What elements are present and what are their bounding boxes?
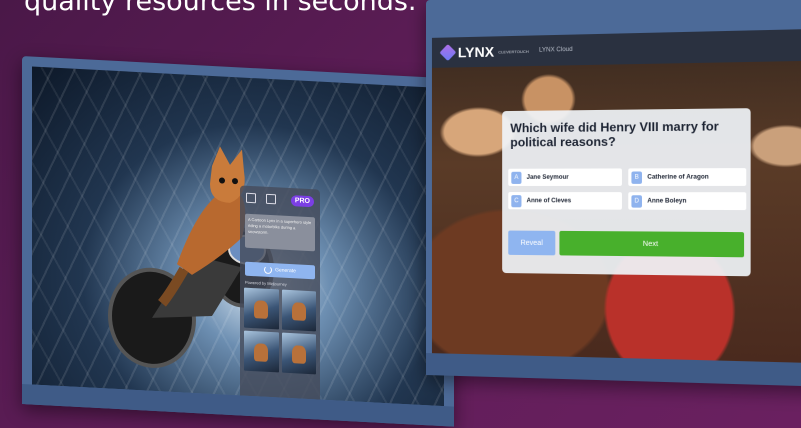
generate-button[interactable]: Generate	[245, 262, 315, 280]
answer-option-d[interactable]: D Anne Boleyn	[628, 192, 746, 210]
lynx-logo: LYNX CLEVERTOUCH	[442, 43, 529, 61]
generate-button-label: Generate	[275, 267, 296, 274]
generated-image-thumbnail[interactable]	[282, 333, 317, 375]
answer-option-c[interactable]: C Anne of Cleves	[508, 192, 622, 210]
answer-key: D	[631, 195, 642, 207]
headline: quality resources in seconds.	[24, 0, 417, 17]
generated-image-thumbnail[interactable]	[244, 331, 279, 373]
next-button[interactable]: Next	[559, 231, 744, 257]
answer-key: B	[631, 171, 642, 183]
prompt-input[interactable]: A Cartoon Lynx in a superhero style ridi…	[245, 214, 315, 252]
answer-options: A Jane Seymour B Catherine of Aragon C A…	[508, 168, 746, 210]
powered-by-label: Powered by Midjourney	[245, 280, 315, 289]
logo-text: LYNX	[458, 43, 494, 60]
external-link-icon[interactable]	[246, 193, 256, 204]
left-board-screen: PRO A Cartoon Lynx in a superhero style …	[32, 67, 444, 407]
generated-image-thumbnail[interactable]	[282, 290, 317, 332]
quiz-card: Which wife did Henry VIII marry for poli…	[502, 108, 750, 276]
generated-image-thumbnail[interactable]	[244, 288, 279, 330]
pro-badge: PRO	[291, 195, 314, 207]
answer-key: A	[511, 171, 521, 183]
ai-panel-toolbar: PRO	[240, 185, 320, 213]
answer-option-a[interactable]: A Jane Seymour	[508, 168, 622, 186]
cloud-label: LYNX Cloud	[539, 47, 573, 54]
folder-icon[interactable]	[266, 194, 276, 205]
lynx-diamond-icon	[439, 44, 456, 61]
reveal-button[interactable]: Reveal	[508, 231, 555, 256]
loading-spinner-icon	[264, 266, 272, 274]
answer-text: Catherine of Aragon	[647, 174, 708, 180]
answer-text: Jane Seymour	[527, 174, 569, 180]
answer-text: Anne of Cleves	[527, 198, 572, 204]
logo-subtext: CLEVERTOUCH	[498, 48, 529, 54]
answer-key: C	[511, 195, 521, 207]
answer-text: Anne Boleyn	[647, 198, 686, 204]
generated-images-grid	[244, 288, 316, 375]
quiz-question: Which wife did Henry VIII marry for poli…	[510, 119, 736, 150]
ai-generator-panel: PRO A Cartoon Lynx in a superhero style …	[240, 185, 320, 406]
answer-option-b[interactable]: B Catherine of Aragon	[628, 168, 746, 186]
right-display-board: LYNX CLEVERTOUCH LYNX Cloud Which wife d…	[426, 0, 801, 387]
left-display-board: PRO A Cartoon Lynx in a superhero style …	[22, 56, 454, 427]
